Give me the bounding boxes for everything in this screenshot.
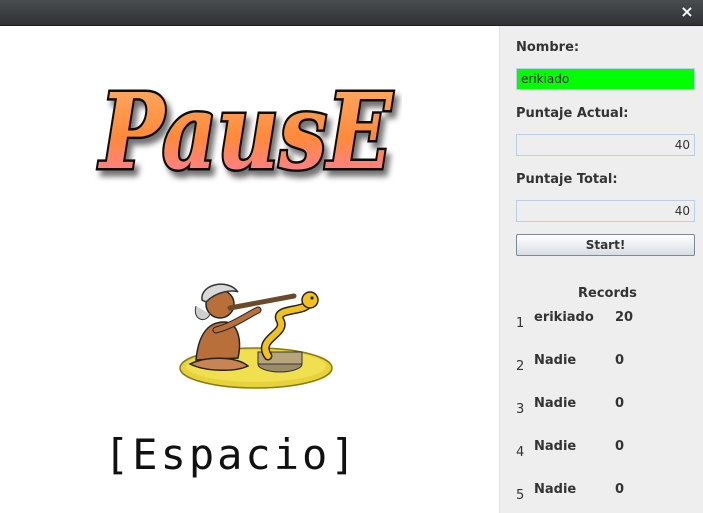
record-rank: 4 [516,445,525,460]
pause-text: PausE [98,70,394,190]
puntaje-total-label: Puntaje Total: [516,172,618,187]
pause-logo: PausE [95,68,396,191]
game-area: PausE [Espacio] [0,26,499,513]
record-name: Nadie [534,482,577,497]
start-button[interactable]: Start! [516,234,695,256]
record-row: 2 Nadie 0 [500,353,703,383]
record-row: 4 Nadie 0 [500,439,703,469]
record-rank: 3 [516,402,525,417]
close-icon[interactable]: × [677,2,697,22]
record-name: Nadie [534,396,577,411]
record-score: 0 [615,439,625,454]
record-name: Nadie [534,439,577,454]
side-panel: Nombre: erikiado Puntaje Actual: 40 Punt… [499,26,703,513]
record-name: erikiado [534,310,594,325]
puntaje-actual-field[interactable]: 40 [516,134,695,156]
nombre-label: Nombre: [516,40,580,55]
record-row: 1 erikiado 20 [500,310,703,340]
nombre-field[interactable]: erikiado [516,68,695,90]
record-score: 0 [615,353,625,368]
record-rank: 1 [516,316,525,331]
record-rank: 2 [516,359,525,374]
record-score: 20 [615,310,634,325]
puntaje-actual-label: Puntaje Actual: [516,106,629,121]
record-name: Nadie [534,353,577,368]
record-score: 0 [615,396,625,411]
record-row: 3 Nadie 0 [500,396,703,426]
puntaje-total-field[interactable]: 40 [516,200,695,222]
space-key-hint: [Espacio] [104,430,359,479]
record-score: 0 [615,482,625,497]
window-titlebar: × [0,0,703,26]
record-rank: 5 [516,488,525,503]
snake-charmer-icon [179,283,333,389]
record-row: 5 Nadie 0 [500,482,703,512]
records-title: Records [578,286,637,301]
